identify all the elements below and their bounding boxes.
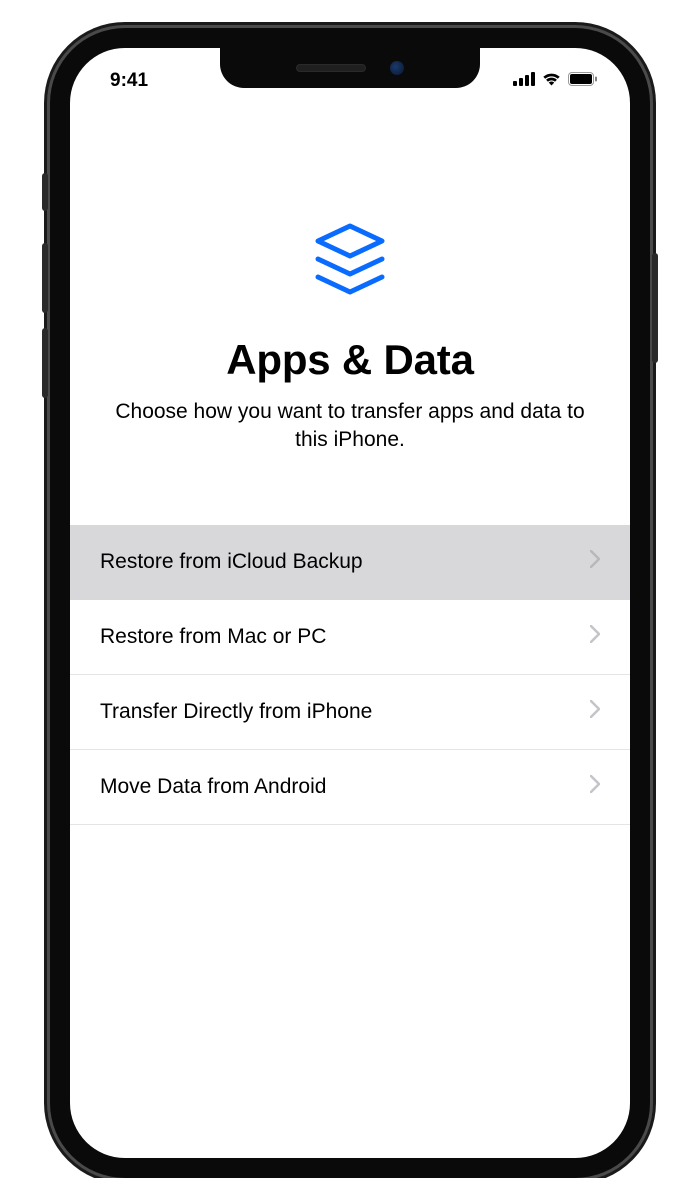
chevron-right-icon [590, 550, 600, 574]
option-label: Transfer Directly from iPhone [100, 700, 590, 724]
speaker [296, 64, 366, 72]
volume-down-button [42, 328, 48, 398]
apps-data-icon [305, 218, 395, 308]
option-move-android[interactable]: Move Data from Android [70, 750, 630, 825]
wifi-icon [541, 70, 562, 92]
mute-switch [42, 173, 48, 211]
screen: 9:41 [70, 48, 630, 1158]
option-restore-mac-pc[interactable]: Restore from Mac or PC [70, 600, 630, 675]
battery-icon [568, 70, 598, 92]
status-indicators [513, 70, 598, 92]
option-label: Restore from Mac or PC [100, 625, 590, 649]
chevron-right-icon [590, 700, 600, 724]
volume-up-button [42, 243, 48, 313]
option-label: Restore from iCloud Backup [100, 550, 590, 574]
status-time: 9:41 [110, 70, 180, 92]
chevron-right-icon [590, 625, 600, 649]
setup-content: Apps & Data Choose how you want to trans… [70, 98, 630, 825]
notch [220, 48, 480, 88]
option-transfer-iphone[interactable]: Transfer Directly from iPhone [70, 675, 630, 750]
phone-frame: 9:41 [50, 28, 650, 1178]
page-subtitle: Choose how you want to transfer apps and… [70, 398, 630, 455]
options-list: Restore from iCloud Backup Restore from … [70, 525, 630, 825]
cellular-icon [513, 70, 535, 92]
front-camera [390, 61, 404, 75]
option-label: Move Data from Android [100, 775, 590, 799]
side-button [652, 253, 658, 363]
chevron-right-icon [590, 775, 600, 799]
page-title: Apps & Data [70, 336, 630, 384]
option-restore-icloud[interactable]: Restore from iCloud Backup [70, 525, 630, 600]
